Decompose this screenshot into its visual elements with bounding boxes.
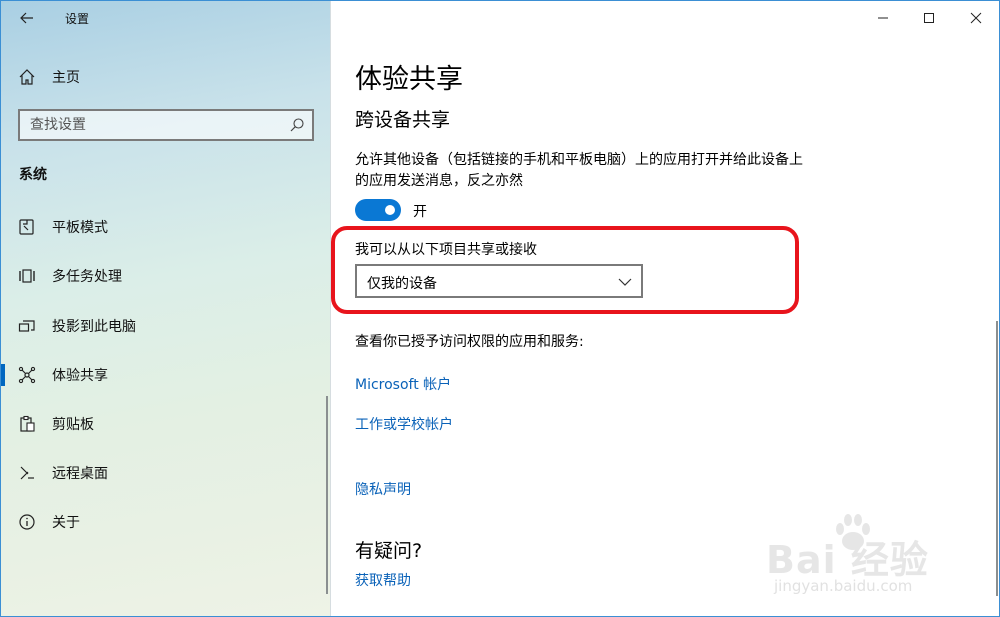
chevron-down-icon — [618, 278, 632, 286]
sidebar-item-label: 投影到此电脑 — [52, 319, 136, 335]
sidebar-item-remote-desktop[interactable]: 远程桌面 — [1, 453, 331, 493]
sidebar-item-label: 体验共享 — [52, 368, 108, 384]
minimize-button[interactable] — [860, 1, 906, 35]
minimize-icon — [878, 17, 888, 19]
sidebar-item-label: 主页 — [52, 70, 80, 86]
settings-window: 设置 主页 系统 平板模式 — [0, 0, 1000, 617]
get-help-link[interactable]: 获取帮助 — [355, 570, 411, 590]
sidebar-item-shared-experiences[interactable]: 体验共享 — [1, 355, 331, 395]
multitasking-icon — [19, 269, 35, 283]
search-input[interactable] — [30, 115, 270, 135]
sidebar-item-multitasking[interactable]: 多任务处理 — [1, 256, 331, 296]
section-title: 跨设备共享 — [355, 109, 451, 131]
active-indicator — [1, 364, 5, 386]
maximize-icon — [924, 13, 934, 23]
info-icon — [19, 514, 35, 530]
sidebar-item-about[interactable]: 关于 — [1, 502, 331, 542]
content-scrollbar[interactable] — [996, 321, 998, 596]
microsoft-account-link[interactable]: Microsoft 帐户 — [355, 374, 451, 394]
sidebar-item-label: 多任务处理 — [52, 269, 122, 285]
sidebar-item-label: 关于 — [52, 515, 80, 531]
back-button[interactable] — [13, 5, 41, 31]
sidebar: 设置 主页 系统 平板模式 — [1, 1, 331, 616]
description-text: 允许其他设备（包括链接的手机和平板电脑）上的应用打开并给此设备上的应用发送消息，… — [355, 152, 803, 189]
app-title: 设置 — [65, 12, 90, 26]
share-from-label: 我可以从以下项目共享或接收 — [355, 242, 537, 258]
privacy-statement-link[interactable]: 隐私声明 — [355, 479, 411, 499]
access-label: 查看你已授予访问权限的应用和服务: — [355, 334, 584, 350]
tablet-mode-icon — [19, 219, 34, 235]
maximize-button[interactable] — [906, 1, 952, 35]
sidebar-scrollbar[interactable] — [326, 396, 328, 594]
close-icon — [970, 12, 982, 24]
toggle-knob — [385, 205, 395, 215]
sidebar-item-projecting[interactable]: 投影到此电脑 — [1, 306, 331, 346]
remote-desktop-icon — [20, 466, 34, 480]
page-title: 体验共享 — [355, 64, 463, 95]
title-bar: 设置 — [1, 1, 331, 35]
work-school-account-link[interactable]: 工作或学校帐户 — [355, 414, 453, 434]
search-box — [18, 109, 314, 141]
section-heading-system: 系统 — [19, 167, 47, 183]
sidebar-item-label: 远程桌面 — [52, 466, 108, 482]
projecting-icon — [18, 320, 35, 332]
share-from-dropdown[interactable]: 仅我的设备 — [355, 264, 643, 298]
share-across-devices-toggle[interactable] — [355, 199, 401, 221]
dropdown-value: 仅我的设备 — [367, 276, 437, 292]
home-icon — [19, 69, 35, 85]
sidebar-item-home[interactable]: 主页 — [1, 59, 331, 95]
sidebar-item-clipboard[interactable]: 剪贴板 — [1, 404, 331, 444]
shared-experiences-icon — [18, 366, 36, 384]
sidebar-item-label: 平板模式 — [52, 220, 108, 236]
toggle-state-label: 开 — [413, 204, 427, 220]
sidebar-item-label: 剪贴板 — [52, 417, 94, 433]
main-content: 体验共享 跨设备共享 允许其他设备（包括链接的手机和平板电脑）上的应用打开并给此… — [331, 1, 999, 616]
faq-title: 有疑问? — [355, 540, 423, 562]
sidebar-item-tablet-mode[interactable]: 平板模式 — [1, 207, 331, 247]
clipboard-icon — [20, 415, 35, 432]
search-icon[interactable] — [289, 117, 305, 133]
back-arrow-icon — [20, 12, 33, 24]
close-button[interactable] — [953, 1, 999, 35]
